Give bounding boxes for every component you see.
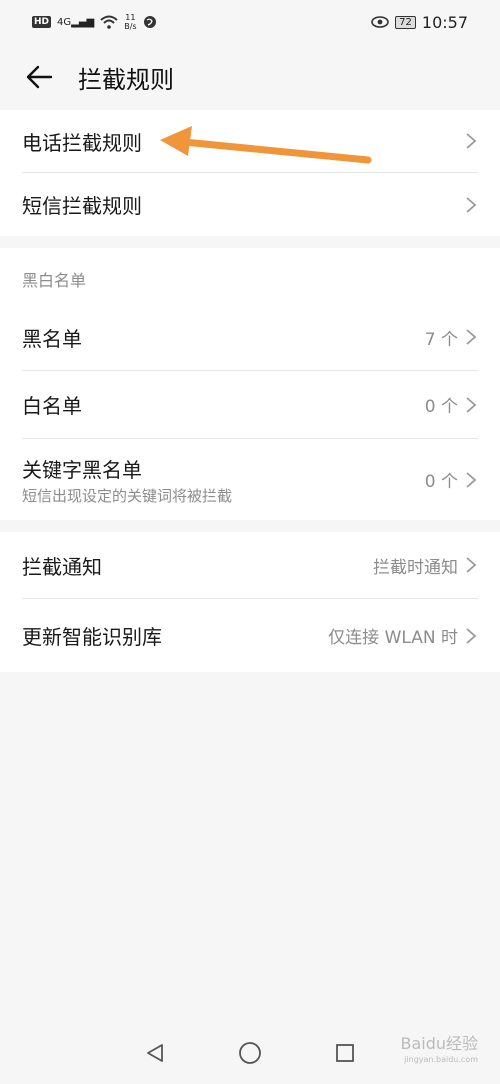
status-left: HD 4G▂▄▆ 11 B/s bbox=[32, 13, 157, 31]
blacklist-label: 黑名单 bbox=[22, 326, 82, 351]
watermark-text: Baidu经验 bbox=[400, 1034, 478, 1053]
eye-icon bbox=[371, 16, 389, 28]
status-bar: HD 4G▂▄▆ 11 B/s 72 10:57 bbox=[0, 0, 500, 44]
chevron-right-icon bbox=[466, 471, 477, 488]
lists-card: 黑白名单 黑名单 7 个 白名单 0 个 关键字黑名单 短信出现设定的关键词将被… bbox=[0, 248, 500, 520]
intercept-notify-label: 拦截通知 bbox=[22, 554, 102, 579]
update-library-value: 仅连接 WLAN 时 bbox=[328, 628, 458, 648]
intercept-notify-value: 拦截时通知 bbox=[373, 557, 458, 578]
back-button[interactable] bbox=[0, 65, 78, 89]
blacklist-item[interactable]: 黑名单 7 个 bbox=[22, 304, 478, 371]
cell-signal-icon: 4G▂▄▆ bbox=[57, 16, 95, 28]
chevron-right-icon bbox=[466, 557, 477, 573]
intercept-notify-item[interactable]: 拦截通知 拦截时通知 bbox=[22, 532, 478, 599]
clock: 10:57 bbox=[421, 12, 468, 32]
phone-rules-label: 电话拦截规则 bbox=[22, 130, 142, 155]
status-right: 72 10:57 bbox=[371, 13, 468, 32]
chevron-right-icon bbox=[466, 329, 477, 345]
row-right: 仅连接 WLAN 时 bbox=[328, 623, 478, 648]
keyword-blacklist-text: 关键字黑名单 短信出现设定的关键词将被拦截 bbox=[22, 454, 232, 506]
section-header: 黑白名单 bbox=[22, 271, 87, 290]
globe-icon bbox=[143, 16, 156, 28]
row-right: 0 个 bbox=[425, 392, 478, 417]
row-right: 7 个 bbox=[425, 325, 478, 350]
nav-back-icon[interactable] bbox=[144, 1042, 166, 1064]
row-right: 拦截时通知 bbox=[373, 553, 478, 578]
annotation-arrow-icon bbox=[160, 126, 372, 164]
chevron-right-icon bbox=[466, 627, 477, 644]
net-speed: 11 B/s bbox=[124, 13, 136, 31]
whitelist-label: 白名单 bbox=[22, 394, 82, 418]
row-right: 0 个 bbox=[425, 467, 478, 492]
other-card: 拦截通知 拦截时通知 更新智能识别库 仅连接 WLAN 时 bbox=[0, 532, 500, 672]
page-title: 拦截规则 bbox=[78, 65, 174, 94]
keyword-blacklist-desc: 短信出现设定的关键词将被拦截 bbox=[22, 486, 233, 505]
sms-rules-item[interactable]: 短信拦截规则 bbox=[22, 173, 478, 236]
title-bar: 拦截规则 bbox=[0, 44, 500, 110]
wifi-icon bbox=[100, 15, 118, 29]
arrow-left-icon bbox=[26, 65, 53, 89]
sms-rules-label: 短信拦截规则 bbox=[22, 194, 142, 218]
whitelist-count: 0 个 bbox=[424, 397, 458, 417]
watermark-sub: jingyan.baidu.com bbox=[404, 1055, 478, 1064]
nav-home-icon[interactable] bbox=[238, 1041, 262, 1065]
update-library-label: 更新智能识别库 bbox=[22, 625, 162, 649]
watermark: Baidu经验 jingyan.baidu.com bbox=[400, 1036, 478, 1068]
whitelist-item[interactable]: 白名单 0 个 bbox=[22, 371, 478, 439]
battery-indicator: 72 bbox=[395, 15, 416, 29]
keyword-blacklist-label: 关键字黑名单 bbox=[22, 457, 142, 482]
net-speed-unit: B/s bbox=[124, 22, 137, 31]
keyword-blacklist-count: 0 个 bbox=[424, 472, 458, 492]
network-type: 4G bbox=[57, 16, 72, 28]
blacklist-count: 7 个 bbox=[424, 329, 458, 350]
hd-badge: HD bbox=[32, 16, 52, 28]
chevron-right-icon bbox=[466, 396, 477, 413]
keyword-blacklist-item[interactable]: 关键字黑名单 短信出现设定的关键词将被拦截 0 个 bbox=[22, 439, 478, 520]
nav-recents-icon[interactable] bbox=[334, 1042, 356, 1064]
net-speed-value: 11 bbox=[125, 13, 136, 22]
chevron-right-icon bbox=[466, 196, 477, 213]
update-library-item[interactable]: 更新智能识别库 仅连接 WLAN 时 bbox=[22, 599, 478, 672]
chevron-right-icon bbox=[466, 133, 477, 149]
